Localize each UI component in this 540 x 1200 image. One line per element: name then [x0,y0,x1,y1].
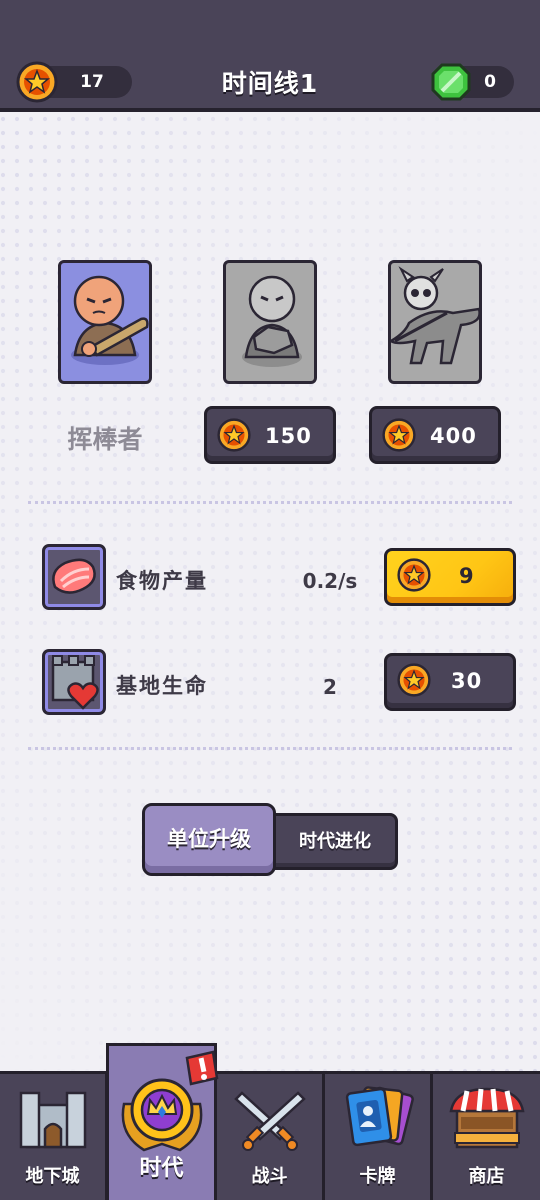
coin-icon [217,418,251,452]
unlock-dino-button[interactable]: 400 [369,406,501,464]
divider-top [28,501,512,504]
divider-bottom [28,747,512,750]
coin-icon [16,61,58,103]
cards-icon [345,1086,414,1147]
base-stat-label: 基地生命 [116,674,208,698]
unit-card-rock[interactable] [223,260,317,384]
unit-card-dino[interactable] [388,260,482,384]
coin-count: 17 [80,72,104,92]
unlock-dino-price: 400 [430,424,477,448]
unit-card-club[interactable] [58,260,152,384]
unlock-rock-price: 150 [265,424,312,448]
rock-thrower-icon [242,275,302,367]
castle-icon [19,1091,86,1149]
tab-unit-upgrade-label: 单位升级 [167,827,251,851]
page-title: 时间线1 [221,69,319,98]
upgrade-base-button[interactable]: 30 [384,653,516,711]
tab-era-evolution[interactable]: 时代进化 [268,813,398,870]
crossed-swords-icon [233,1091,306,1151]
gem-icon [431,63,471,101]
coin-icon [397,558,431,592]
nav-era[interactable]: 时代 [106,1043,219,1200]
nav-shop[interactable]: 商店 [433,1071,540,1200]
shop-stall-icon [449,1087,524,1149]
dino-rider-icon [388,266,481,365]
upgrade-base-cost: 30 [451,669,483,693]
food-stat-icon-frame [42,544,106,610]
nav-dungeon-label: 地下城 [25,1166,80,1187]
unlock-rock-button[interactable]: 150 [204,406,336,464]
nav-era-label: 时代 [139,1156,184,1181]
upgrade-food-cost: 9 [459,564,475,588]
nav-cards-label: 卡牌 [359,1166,396,1187]
coin-icon [397,663,431,697]
food-stat-value: 0.2/s [302,569,358,593]
upgrade-food-button[interactable]: 9 [384,548,516,606]
nav-battle[interactable]: 战斗 [217,1071,325,1200]
castle-heart-icon [51,655,99,710]
nav-shop-label: 商店 [468,1166,505,1187]
alert-badge-icon [185,1050,219,1086]
base-stat-icon-frame [42,649,106,715]
tab-era-evolution-label: 时代进化 [299,831,371,852]
nav-cards[interactable]: 卡牌 [325,1071,433,1200]
unit-name-club: 挥棒者 [67,425,143,454]
gem-count: 0 [484,72,496,92]
food-stat-label: 食物产量 [116,569,208,593]
meat-icon [52,558,96,594]
coin-icon [382,418,416,452]
base-stat-value: 2 [323,675,337,699]
tab-unit-upgrade[interactable]: 单位升级 [142,803,276,876]
nav-battle-label: 战斗 [251,1166,288,1187]
nav-dungeon[interactable]: 地下城 [0,1071,108,1200]
caveman-club-icon [71,275,149,365]
